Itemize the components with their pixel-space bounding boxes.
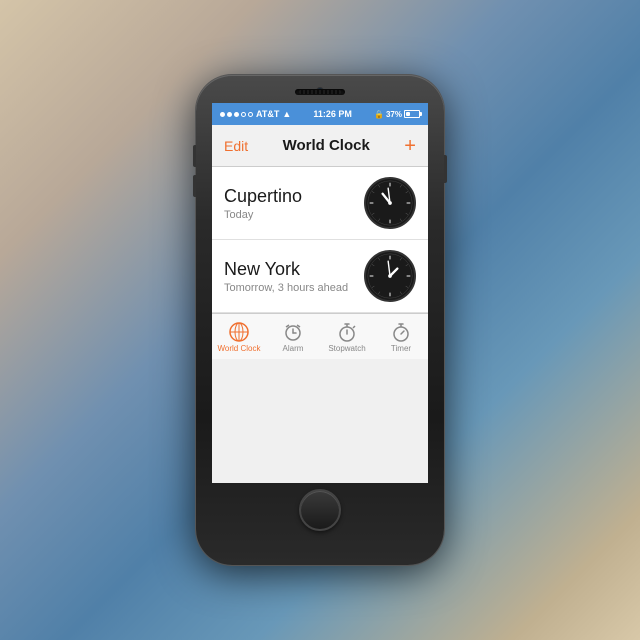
timer-icon bbox=[390, 321, 412, 343]
alarm-icon bbox=[282, 321, 304, 343]
signal-dot-2 bbox=[227, 112, 232, 117]
tab-label-timer: Timer bbox=[391, 344, 411, 353]
volume-up-button[interactable] bbox=[193, 145, 196, 167]
status-right: 🔒 37% bbox=[374, 110, 420, 119]
lock-icon: 🔒 bbox=[374, 110, 384, 119]
tab-label-alarm: Alarm bbox=[283, 344, 304, 353]
phone-device: AT&T ▲ 11:26 PM 🔒 37% Edit World Clock + bbox=[196, 75, 444, 565]
clock-row-newyork[interactable]: New York Tomorrow, 3 hours ahead bbox=[212, 240, 428, 313]
clock-subtitle-cupertino: Today bbox=[224, 209, 354, 221]
clock-face-newyork bbox=[364, 250, 416, 302]
status-left: AT&T ▲ bbox=[220, 109, 291, 119]
content-area: Cupertino Today bbox=[212, 167, 428, 313]
home-button[interactable] bbox=[299, 489, 341, 531]
status-time: 11:26 PM bbox=[313, 109, 352, 119]
battery-fill bbox=[406, 112, 410, 116]
battery-percent: 37% bbox=[386, 110, 402, 119]
clock-row-cupertino[interactable]: Cupertino Today bbox=[212, 167, 428, 240]
phone-screen: AT&T ▲ 11:26 PM 🔒 37% Edit World Clock + bbox=[212, 103, 428, 483]
tab-bar: World Clock Alarm bbox=[212, 313, 428, 359]
battery-icon bbox=[404, 110, 420, 118]
page-title: World Clock bbox=[283, 137, 370, 154]
tab-stopwatch[interactable]: Stopwatch bbox=[320, 321, 374, 353]
signal-dot-4 bbox=[241, 112, 246, 117]
clock-svg-newyork bbox=[366, 252, 414, 300]
tab-label-world-clock: World Clock bbox=[218, 344, 261, 353]
world-clock-icon bbox=[228, 321, 250, 343]
tab-world-clock[interactable]: World Clock bbox=[212, 321, 266, 353]
signal-dot-3 bbox=[234, 112, 239, 117]
wifi-icon: ▲ bbox=[282, 109, 291, 119]
tab-label-stopwatch: Stopwatch bbox=[328, 344, 365, 353]
carrier-label: AT&T bbox=[256, 109, 279, 119]
tab-timer[interactable]: Timer bbox=[374, 321, 428, 353]
power-button[interactable] bbox=[444, 155, 447, 183]
signal-dot-1 bbox=[220, 112, 225, 117]
phone-body: AT&T ▲ 11:26 PM 🔒 37% Edit World Clock + bbox=[196, 75, 444, 565]
status-bar: AT&T ▲ 11:26 PM 🔒 37% bbox=[212, 103, 428, 125]
volume-down-button[interactable] bbox=[193, 175, 196, 197]
earpiece-speaker bbox=[295, 89, 345, 95]
clock-text-newyork: New York Tomorrow, 3 hours ahead bbox=[224, 259, 354, 294]
nav-bar: Edit World Clock + bbox=[212, 125, 428, 167]
stopwatch-icon bbox=[336, 321, 358, 343]
clock-face-cupertino bbox=[364, 177, 416, 229]
clock-city-newyork: New York bbox=[224, 259, 354, 280]
clock-city-cupertino: Cupertino bbox=[224, 186, 354, 207]
tab-alarm[interactable]: Alarm bbox=[266, 321, 320, 353]
clock-subtitle-newyork: Tomorrow, 3 hours ahead bbox=[224, 282, 354, 294]
clock-text-cupertino: Cupertino Today bbox=[224, 186, 354, 221]
add-clock-button[interactable]: + bbox=[404, 136, 416, 156]
clock-svg-cupertino bbox=[366, 179, 414, 227]
signal-dot-5 bbox=[248, 112, 253, 117]
signal-dots bbox=[220, 112, 253, 117]
edit-button[interactable]: Edit bbox=[224, 138, 248, 154]
